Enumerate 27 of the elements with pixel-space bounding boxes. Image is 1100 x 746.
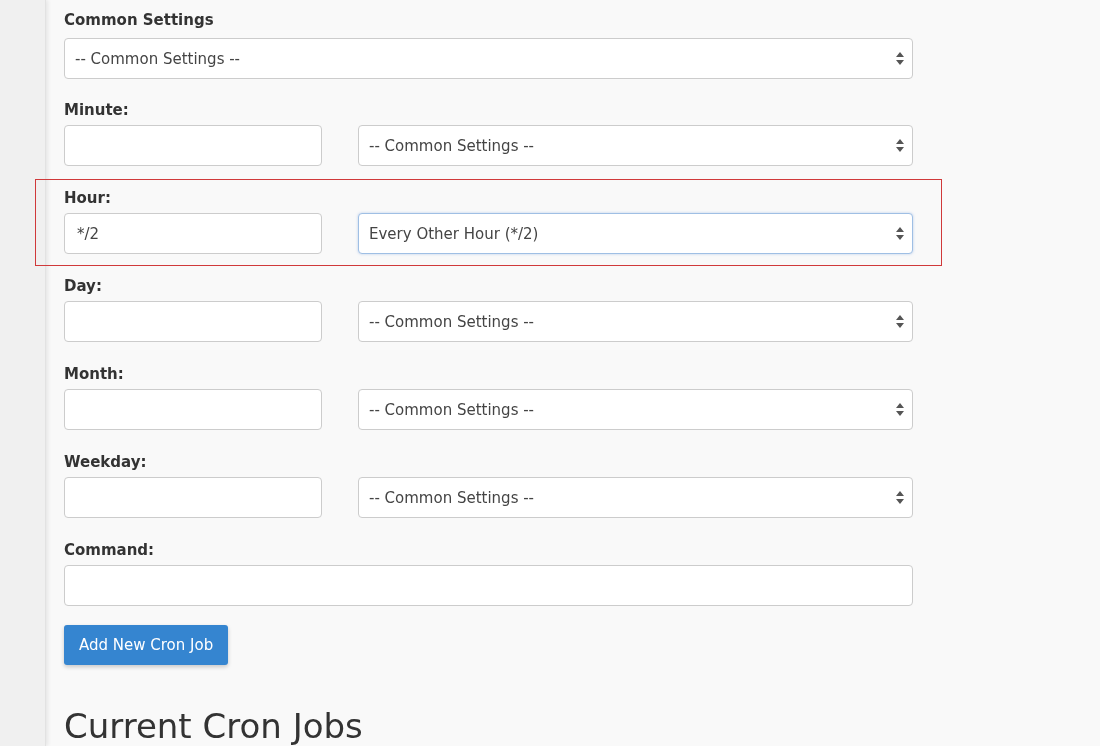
field-label: Common Settings: [64, 10, 215, 30]
sort-arrows-icon: [896, 315, 904, 328]
input-field[interactable]: [64, 125, 322, 166]
sort-arrows-icon: [896, 139, 904, 152]
sort-arrows-icon: [896, 52, 904, 65]
dropdown[interactable]: Every Other Hour (*/2): [358, 213, 913, 254]
field-label: Month:: [64, 364, 125, 384]
dropdown[interactable]: -- Common Settings --: [358, 477, 913, 518]
input-field[interactable]: [64, 477, 322, 518]
sort-arrows-icon: [896, 227, 904, 240]
input-field[interactable]: [64, 565, 913, 606]
field-label: Command:: [64, 540, 156, 560]
sort-arrows-icon: [896, 403, 904, 416]
field-label: Day:: [64, 276, 103, 296]
sort-arrows-icon: [896, 491, 904, 504]
add-cron-job-button[interactable]: Add New Cron Job: [64, 625, 229, 665]
input-field[interactable]: */2: [64, 213, 322, 254]
dropdown[interactable]: -- Common Settings --: [358, 389, 913, 430]
field-label: Weekday:: [64, 452, 148, 472]
field-label: Hour:: [64, 188, 112, 208]
input-field[interactable]: [64, 389, 322, 430]
input-field[interactable]: [64, 301, 322, 342]
dropdown[interactable]: -- Common Settings --: [358, 301, 913, 342]
dropdown[interactable]: -- Common Settings --: [358, 125, 913, 166]
dropdown[interactable]: -- Common Settings --: [64, 38, 913, 79]
section-heading: Current Cron Jobs: [64, 706, 364, 746]
field-label: Minute:: [64, 100, 130, 120]
